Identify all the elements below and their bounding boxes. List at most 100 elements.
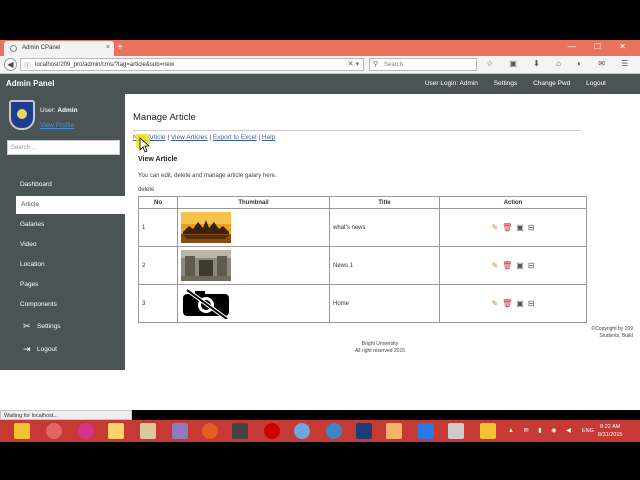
chrome-icon[interactable]	[46, 423, 62, 439]
start-apps-icon[interactable]	[14, 423, 30, 439]
action-cell: ✎ 🗑 ▣ ⊟	[439, 208, 587, 247]
sidebar-item-article[interactable]: Article	[16, 196, 125, 214]
export-excel-link[interactable]: Export to Excel	[213, 134, 257, 141]
media-icon[interactable]	[78, 423, 94, 439]
sidebar-item-galaries[interactable]: Galaries	[0, 216, 125, 234]
row-number: 3	[138, 284, 178, 323]
table-row: 3 Home ✎ 🗑 ▣ ⊟	[138, 284, 587, 323]
delete-icon[interactable]: 🗑	[502, 223, 512, 232]
network-app-icon[interactable]	[294, 423, 310, 439]
top-nav: User Login: Admin Settings Change Pwd Lo…	[411, 80, 606, 87]
browser-tab-bar: Admin CPanel × + — ☐ ✕	[0, 40, 640, 56]
edit-icon[interactable]: ✎	[491, 299, 498, 308]
installer-icon[interactable]	[172, 423, 188, 439]
delete-icon[interactable]: 🗑	[502, 261, 512, 270]
delete-link[interactable]: delete	[138, 187, 154, 193]
table-header-row: No Thumbnail Title Action	[138, 196, 587, 209]
gallery-icon[interactable]: ⊟	[528, 223, 535, 232]
system-tray-icons[interactable]: ▲ ✉ ▮ ◉ ◀	[508, 427, 575, 434]
action-cell: ✎ 🗑 ▣ ⊟	[439, 284, 587, 323]
university-logo	[9, 100, 35, 130]
opera-icon[interactable]	[264, 423, 280, 439]
column-header-thumbnail: Thumbnail	[177, 196, 330, 209]
top-nav-change-pwd[interactable]: Change Pwd	[533, 80, 570, 87]
paint-icon[interactable]	[448, 423, 464, 439]
view-articles-link[interactable]: View Articles	[171, 134, 208, 141]
table-row: 1 what's news ✎ 🗑 ▣ ⊟	[138, 208, 587, 247]
row-title: what's news	[329, 208, 440, 247]
image-icon[interactable]: ▣	[516, 261, 524, 270]
new-tab-button[interactable]: +	[117, 42, 123, 54]
clock-time: 8:22 AM	[600, 424, 621, 430]
sidebar-item-pages[interactable]: Pages	[0, 276, 125, 294]
image-icon[interactable]: ▣	[516, 299, 524, 308]
column-header-action: Action	[439, 196, 587, 209]
browser-status-bar: Waiting for localhost...	[0, 410, 132, 420]
language-indicator[interactable]: ENG	[582, 428, 594, 434]
notes-icon[interactable]	[480, 423, 496, 439]
clock-date: 8/31/2015	[598, 432, 623, 438]
player-icon[interactable]	[386, 423, 402, 439]
no-image-icon[interactable]	[181, 288, 231, 319]
table-row: 2 News 1 ✎ 🗑 ▣ ⊟	[138, 246, 587, 285]
user-info: User: Admin	[40, 107, 78, 114]
sidebar-item-video[interactable]: Video	[0, 236, 125, 254]
sublime-icon[interactable]	[232, 423, 248, 439]
photoshop-icon[interactable]	[356, 423, 372, 439]
copyright-line-2: Students, Build	[599, 333, 633, 339]
sidebar-item-location[interactable]: Location	[0, 256, 125, 274]
edit-icon[interactable]: ✎	[491, 223, 498, 232]
column-header-no: No	[138, 196, 178, 209]
gallery-icon[interactable]: ⊟	[528, 299, 535, 308]
help-link[interactable]: Help	[262, 134, 275, 141]
section-description: You can edit, delete and manage article …	[138, 173, 277, 179]
internet-explorer-icon[interactable]	[326, 423, 342, 439]
image-icon[interactable]: ▣	[516, 223, 524, 232]
site-info-icon[interactable]: ⓘ	[24, 61, 31, 71]
browser-search-input[interactable]: ⚲ Search	[369, 58, 477, 71]
address-bar[interactable]: ⓘ localhost/209_pro/admin/cms/?tag=artic…	[20, 58, 364, 71]
browser-tab[interactable]: Admin CPanel ×	[4, 41, 114, 56]
address-text: localhost/209_pro/admin/cms/?tag=article…	[35, 62, 175, 68]
sunset-temple-thumbnail[interactable]	[181, 212, 231, 243]
back-icon[interactable]: ◀	[4, 58, 17, 71]
user-name: Admin	[57, 107, 78, 114]
top-nav-settings[interactable]: Settings	[494, 80, 518, 87]
column-header-title: Title	[329, 196, 440, 209]
app-icon[interactable]	[418, 423, 434, 439]
taskbar: ▲ ✉ ▮ ◉ ◀ ENG 8:22 AM 8/31/2015	[0, 420, 640, 442]
sidebar-item-components[interactable]: Components	[0, 296, 125, 314]
ruins-thumbnail[interactable]	[181, 250, 231, 281]
clock[interactable]: 8:22 AM 8/31/2015	[598, 423, 622, 439]
edit-icon[interactable]: ✎	[491, 261, 498, 270]
brand-title[interactable]: Admin Panel	[6, 79, 54, 88]
firefox-icon[interactable]	[202, 423, 218, 439]
copyright-line-1: ©Copyright by 209	[591, 326, 633, 332]
gallery-icon[interactable]: ⊟	[528, 261, 535, 270]
footer-line-2: All right reserved 2015	[354, 348, 406, 354]
sidebar-search-input[interactable]: Search ...	[7, 140, 120, 155]
delete-icon[interactable]: 🗑	[502, 299, 512, 308]
folder-icon[interactable]	[108, 423, 124, 439]
window-controls[interactable]: — ☐ ✕	[568, 42, 634, 51]
sidebar-item-dashboard[interactable]: Dashboard	[0, 176, 125, 194]
view-profile-link[interactable]: View Profile	[40, 122, 74, 129]
row-title: News 1	[329, 246, 440, 285]
top-nav-logout[interactable]: Logout	[586, 80, 606, 87]
copyright-text: ©Copyright by 209 Students, Build	[573, 326, 633, 340]
web-page: Admin Panel User Login: Admin Settings C…	[0, 74, 640, 410]
admin-top-bar: Admin Panel User Login: Admin Settings C…	[0, 74, 640, 94]
title-divider	[133, 130, 581, 131]
row-number: 2	[138, 246, 178, 285]
main-content: Manage Article New Article | View Articl…	[125, 94, 640, 370]
user-label: User:	[40, 107, 56, 114]
tab-close-icon[interactable]: ×	[106, 44, 110, 51]
sidebar-item-settings-label: Settings	[37, 323, 61, 330]
reload-icon[interactable]: ✕ ▾	[348, 60, 359, 68]
logout-icon: ⇥	[23, 344, 31, 354]
browser-nav-bar: ◀ ⓘ localhost/209_pro/admin/cms/?tag=art…	[0, 56, 640, 74]
toolbar-icons[interactable]: ☆ ▣ ⬇ ⌂ ◐ ✉ ☰	[486, 59, 635, 68]
sidebar-item-logout[interactable]: ⇥ Logout	[0, 341, 125, 359]
sidebar-item-settings[interactable]: ✂ Settings	[0, 318, 125, 336]
tools-app-icon[interactable]	[140, 423, 156, 439]
